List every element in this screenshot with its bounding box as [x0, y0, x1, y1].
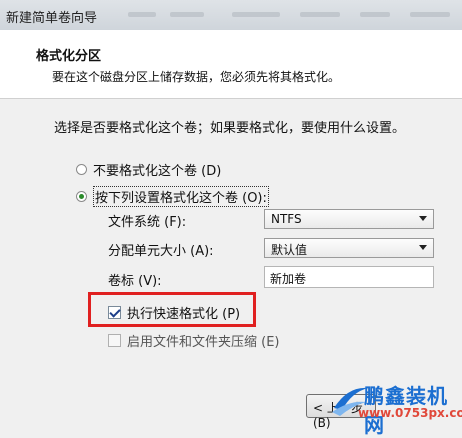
chevron-down-icon[interactable] — [419, 245, 427, 250]
highlight-annotation — [88, 292, 256, 327]
title-bar-blur — [128, 12, 156, 17]
allocation-unit-label: 分配单元大小 (A): — [108, 244, 214, 259]
file-system-label: 文件系统 (F): — [108, 215, 187, 230]
radio-no-format-circle[interactable] — [76, 164, 87, 175]
page-title: 格式化分区 — [36, 49, 102, 64]
title-bar-blur — [170, 12, 204, 17]
volume-label-label: 卷标 (V): — [108, 274, 162, 289]
page-subtitle: 要在这个磁盘分区上储存数据，您必须先将其格式化。 — [52, 70, 341, 84]
allocation-unit-value: 默认值 — [271, 243, 308, 257]
file-system-select[interactable]: NTFS — [264, 209, 434, 229]
title-bar-blur — [360, 12, 390, 17]
file-system-value: NTFS — [271, 212, 302, 226]
radio-format[interactable]: 按下列设置格式化这个卷 (O): — [76, 186, 269, 207]
radio-no-format[interactable]: 不要格式化这个卷 (D) — [76, 160, 221, 179]
title-bar-blur — [300, 12, 340, 17]
compression-label: 启用文件和文件夹压缩 (E) — [127, 335, 280, 350]
compression-checkbox[interactable] — [108, 334, 121, 347]
title-bar-blur — [232, 12, 280, 17]
title-bar: 新建简单卷向导 — [0, 0, 462, 30]
radio-no-format-label: 不要格式化这个卷 (D) — [93, 164, 222, 179]
title-bar-blur — [410, 12, 450, 17]
wizard-header: 格式化分区 要在这个磁盘分区上储存数据，您必须先将其格式化。 — [0, 30, 462, 99]
chevron-down-icon[interactable] — [419, 216, 427, 221]
instruction-text: 选择是否要格式化这个卷；如果要格式化，要使用什么设置。 — [54, 121, 406, 136]
watermark: 鹏鑫装机网 www.0753px.com — [330, 378, 462, 437]
radio-format-label: 按下列设置格式化这个卷 (O): — [93, 186, 269, 207]
window-title: 新建简单卷向导 — [6, 11, 98, 26]
compression-checkbox-row[interactable]: 启用文件和文件夹压缩 (E) — [108, 331, 280, 350]
allocation-unit-select[interactable]: 默认值 — [264, 238, 434, 258]
radio-format-circle[interactable] — [76, 191, 87, 202]
watermark-url: www.0753px.com — [358, 406, 462, 420]
volume-label-input[interactable]: 新加卷 — [264, 266, 434, 288]
